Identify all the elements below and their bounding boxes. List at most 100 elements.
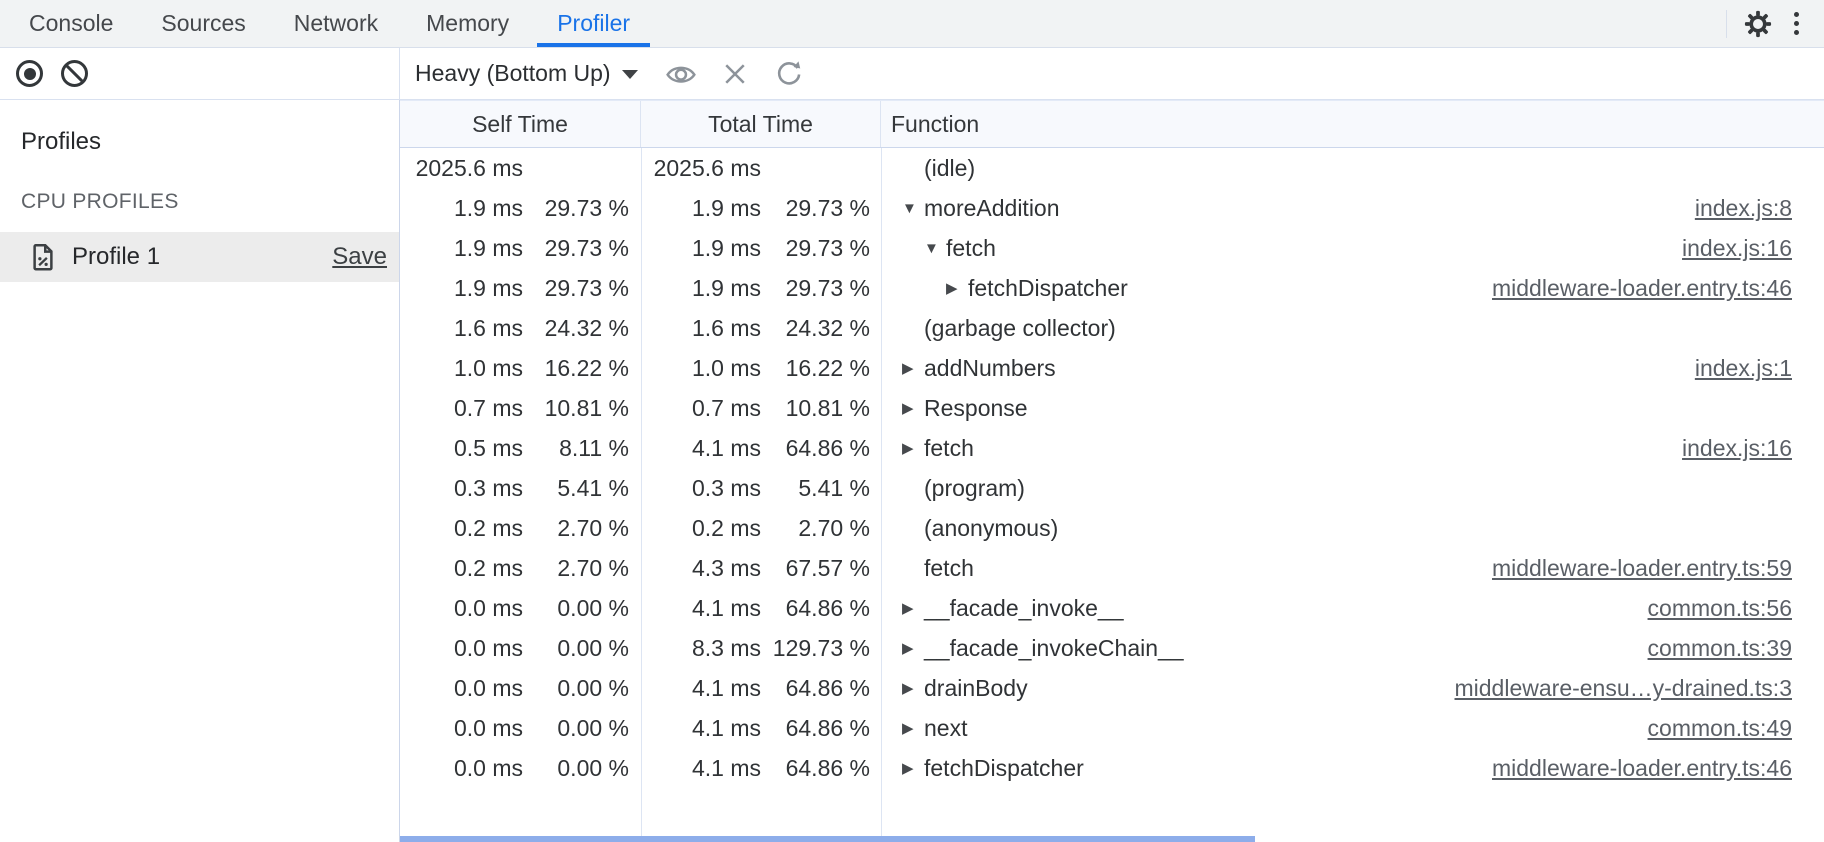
table-row[interactable]: 0.7 ms10.81 %0.7 ms10.81 %▶Response [400,388,1824,428]
collapsed-arrow-icon[interactable]: ▶ [946,279,968,297]
self-time-cell: 0.0 ms0.00 % [400,635,642,662]
source-location-link[interactable]: common.ts:39 [1628,635,1792,662]
self-time-percent: 29.73 % [523,195,629,222]
self-time-cell: 0.5 ms8.11 % [400,435,642,462]
total-time-ms: 1.9 ms [642,195,761,222]
table-row[interactable]: 1.9 ms29.73 %1.9 ms29.73 %▶fetchDispatch… [400,268,1824,308]
tab-sources[interactable]: Sources [137,0,269,47]
self-time-cell: 1.9 ms29.73 % [400,195,642,222]
column-header-function[interactable]: Function [881,101,1824,147]
source-location-link[interactable]: index.js:1 [1675,355,1792,382]
source-location-link[interactable]: middleware-loader.entry.ts:46 [1472,275,1792,302]
tab-network[interactable]: Network [270,0,402,47]
devtools-tabbar: Console Sources Network Memory Profiler [0,0,1824,48]
self-time-percent: 5.41 % [523,475,629,502]
source-location-link[interactable]: middleware-ensu…y-drained.ts:3 [1435,675,1793,702]
total-time-cell: 1.0 ms16.22 % [642,355,882,382]
tabbar-right-controls [1726,0,1824,47]
table-row[interactable]: 0.5 ms8.11 %4.1 ms64.86 %▶fetchindex.js:… [400,428,1824,468]
table-row[interactable]: 0.0 ms0.00 %4.1 ms64.86 %▶__facade_invok… [400,588,1824,628]
tab-profiler[interactable]: Profiler [533,0,654,47]
source-location-link[interactable]: common.ts:56 [1628,595,1792,622]
table-row[interactable]: 0.2 ms2.70 %0.2 ms2.70 %(anonymous) [400,508,1824,548]
total-time-percent: 24.32 % [761,315,870,342]
function-name: (program) [924,475,1025,502]
self-time-ms: 1.9 ms [400,195,523,222]
tab-console[interactable]: Console [5,0,137,47]
total-time-cell: 0.3 ms5.41 % [642,475,882,502]
column-header-self-time[interactable]: Self Time [400,101,641,147]
profile-view-select[interactable]: Heavy (Bottom Up) [415,60,638,87]
table-row[interactable]: 0.0 ms0.00 %4.1 ms64.86 %▶fetchDispatche… [400,748,1824,788]
collapsed-arrow-icon[interactable]: ▶ [902,719,924,737]
table-row[interactable]: 0.0 ms0.00 %4.1 ms64.86 %▶drainBodymiddl… [400,668,1824,708]
collapsed-arrow-icon[interactable]: ▶ [902,679,924,697]
horizontal-scrollbar-thumb[interactable] [400,836,1255,842]
sidebar-item-profile-1[interactable]: Profile 1 Save [0,232,399,282]
tab-memory[interactable]: Memory [402,0,533,47]
total-time-percent: 5.41 % [761,475,870,502]
expanded-arrow-icon[interactable]: ▼ [902,200,924,217]
expanded-arrow-icon[interactable]: ▼ [924,240,946,257]
self-time-ms: 1.6 ms [400,315,523,342]
function-cell: fetchmiddleware-loader.entry.ts:59 [882,555,1824,582]
table-row[interactable]: 0.0 ms0.00 %4.1 ms64.86 %▶nextcommon.ts:… [400,708,1824,748]
view-action-icons [664,57,806,91]
source-location-link[interactable]: middleware-loader.entry.ts:59 [1472,555,1792,582]
total-time-ms: 4.1 ms [642,595,761,622]
self-time-cell: 0.0 ms0.00 % [400,595,642,622]
more-options-button[interactable] [1777,5,1815,43]
total-time-percent: 16.22 % [761,355,870,382]
function-name: moreAddition [924,195,1060,222]
grid-header-row: Self Time Total Time Function [400,100,1824,148]
restore-nodes-button[interactable] [772,57,806,91]
collapsed-arrow-icon[interactable]: ▶ [902,599,924,617]
total-time-ms: 4.1 ms [642,435,761,462]
source-location-link[interactable]: index.js:16 [1662,235,1792,262]
collapsed-arrow-icon[interactable]: ▶ [902,759,924,777]
total-time-ms: 8.3 ms [642,635,761,662]
collapsed-arrow-icon[interactable]: ▶ [902,399,924,417]
total-time-ms: 1.9 ms [642,235,761,262]
self-time-ms: 0.0 ms [400,635,523,662]
table-row[interactable]: 0.2 ms2.70 %4.3 ms67.57 %fetchmiddleware… [400,548,1824,588]
source-location-link[interactable]: common.ts:49 [1628,715,1792,742]
function-name: next [924,715,967,742]
focus-selected-button[interactable] [664,57,698,91]
settings-button[interactable] [1739,5,1777,43]
self-time-ms: 0.2 ms [400,555,523,582]
function-name: Response [924,395,1028,422]
self-time-cell: 0.7 ms10.81 % [400,395,642,422]
total-time-percent: 29.73 % [761,195,870,222]
table-row[interactable]: 1.9 ms29.73 %1.9 ms29.73 %▼fetchindex.js… [400,228,1824,268]
collapsed-arrow-icon[interactable]: ▶ [902,439,924,457]
clear-profiles-button[interactable] [61,60,88,87]
exclude-selected-button[interactable] [718,57,752,91]
self-time-ms: 0.2 ms [400,515,523,542]
collapsed-arrow-icon[interactable]: ▶ [902,639,924,657]
table-row[interactable]: 0.0 ms0.00 %8.3 ms129.73 %▶__facade_invo… [400,628,1824,668]
record-profile-button[interactable] [16,60,43,87]
self-time-percent: 29.73 % [523,235,629,262]
self-time-cell: 0.2 ms2.70 % [400,555,642,582]
save-profile-link[interactable]: Save [332,243,387,271]
table-row[interactable]: 0.3 ms5.41 %0.3 ms5.41 %(program) [400,468,1824,508]
source-location-link[interactable]: middleware-loader.entry.ts:46 [1472,755,1792,782]
total-time-ms: 4.1 ms [642,755,761,782]
refresh-icon [774,59,804,89]
function-cell: (idle) [882,155,1824,182]
self-time-percent: 2.70 % [523,515,629,542]
profiler-toolbar: Heavy (Bottom Up) [0,48,1824,100]
function-name: (anonymous) [924,515,1058,542]
profiles-sidebar: Profiles CPU PROFILES Profile 1 Save [0,100,400,842]
total-time-percent: 2.70 % [761,515,870,542]
source-location-link[interactable]: index.js:16 [1662,435,1792,462]
table-row[interactable]: 1.6 ms24.32 %1.6 ms24.32 %(garbage colle… [400,308,1824,348]
table-row[interactable]: 1.0 ms16.22 %1.0 ms16.22 %▶addNumbersind… [400,348,1824,388]
source-location-link[interactable]: index.js:8 [1675,195,1792,222]
table-row[interactable]: 1.9 ms29.73 %1.9 ms29.73 %▼moreAdditioni… [400,188,1824,228]
collapsed-arrow-icon[interactable]: ▶ [902,359,924,377]
function-name: __facade_invokeChain__ [924,635,1184,662]
table-row[interactable]: 2025.6 ms2025.6 ms(idle) [400,148,1824,188]
column-header-total-time[interactable]: Total Time [641,101,881,147]
